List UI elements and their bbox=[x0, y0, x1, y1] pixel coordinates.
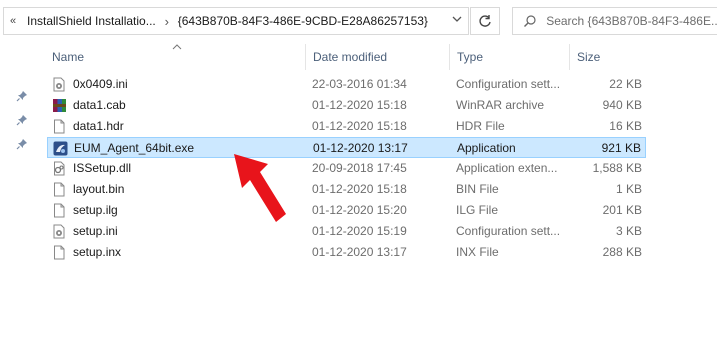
navigation-bar: « InstallShield Installatio... › {643B87… bbox=[0, 0, 717, 42]
table-row[interactable]: setup.ilg 01-12-2020 15:20 ILG File 201 … bbox=[47, 200, 646, 221]
file-type: WinRAR archive bbox=[456, 98, 545, 112]
column-header-size[interactable]: Size bbox=[577, 44, 600, 70]
file-size: 288 KB bbox=[602, 245, 642, 259]
table-row[interactable]: setup.inx 01-12-2020 13:17 INX File 288 … bbox=[47, 242, 646, 263]
file-type: INX File bbox=[456, 245, 499, 259]
file-type: ILG File bbox=[456, 203, 499, 217]
file-type: Application bbox=[457, 141, 516, 155]
pin-icon[interactable] bbox=[16, 114, 28, 126]
file-name: EUM_Agent_64bit.exe bbox=[74, 141, 195, 155]
file-type: BIN File bbox=[456, 182, 499, 196]
search-input[interactable]: Search {643B870B-84F3-486E... bbox=[512, 7, 717, 35]
search-icon bbox=[513, 14, 546, 28]
file-type: HDR File bbox=[456, 119, 505, 133]
pin-icon[interactable] bbox=[16, 138, 28, 150]
refresh-icon bbox=[479, 15, 491, 27]
table-row[interactable]: setup.ini 01-12-2020 15:19 Configuration… bbox=[47, 221, 646, 242]
column-divider[interactable] bbox=[449, 44, 450, 70]
blank-file-icon bbox=[54, 245, 65, 260]
file-name: setup.inx bbox=[73, 245, 122, 259]
blank-file-icon bbox=[54, 182, 65, 197]
file-date: 01-12-2020 15:18 bbox=[312, 119, 407, 133]
file-name: setup.ini bbox=[73, 224, 118, 238]
column-header-row: Name Date modified Type Size bbox=[0, 44, 717, 70]
file-date: 01-12-2020 15:20 bbox=[312, 203, 407, 217]
file-date: 22-03-2016 01:34 bbox=[312, 77, 407, 91]
address-bar[interactable]: « InstallShield Installatio... › {643B87… bbox=[3, 7, 469, 35]
breadcrumb-item-parent[interactable]: InstallShield Installatio... bbox=[22, 14, 161, 28]
table-row[interactable]: data1.hdr 01-12-2020 15:18 HDR File 16 K… bbox=[47, 116, 646, 137]
winrar-archive-icon bbox=[53, 99, 66, 112]
file-date: 20-09-2018 17:45 bbox=[312, 161, 407, 175]
file-name: layout.bin bbox=[73, 182, 125, 196]
column-header-type[interactable]: Type bbox=[457, 44, 483, 70]
search-placeholder: Search {643B870B-84F3-486E... bbox=[546, 14, 717, 28]
refresh-button[interactable] bbox=[470, 7, 500, 35]
file-date: 01-12-2020 15:18 bbox=[312, 98, 407, 112]
table-row-selected[interactable]: EUM_Agent_64bit.exe 01-12-2020 13:17 App… bbox=[47, 137, 646, 158]
breadcrumb-overflow-button[interactable]: « bbox=[4, 15, 22, 27]
file-date: 01-12-2020 15:18 bbox=[312, 182, 407, 196]
file-size: 16 KB bbox=[609, 119, 642, 133]
file-size: 940 KB bbox=[602, 98, 642, 112]
chevron-down-icon bbox=[452, 16, 462, 22]
ini-file-icon bbox=[53, 224, 65, 239]
red-arrow-annotation bbox=[234, 154, 286, 222]
dll-file-icon bbox=[54, 161, 65, 176]
file-type: Configuration sett... bbox=[456, 77, 561, 91]
column-header-date-modified[interactable]: Date modified bbox=[313, 44, 387, 70]
file-size: 201 KB bbox=[602, 203, 642, 217]
file-name: setup.ilg bbox=[73, 203, 118, 217]
address-dropdown-button[interactable] bbox=[452, 14, 462, 27]
blank-file-icon bbox=[54, 119, 65, 134]
column-header-name[interactable]: Name bbox=[52, 44, 84, 70]
sort-ascending-icon bbox=[172, 42, 182, 52]
file-date: 01-12-2020 13:17 bbox=[313, 141, 408, 155]
table-row[interactable]: ISSetup.dll 20-09-2018 17:45 Application… bbox=[47, 158, 646, 179]
ini-file-icon bbox=[53, 77, 65, 92]
column-divider[interactable] bbox=[569, 44, 570, 70]
file-name: ISSetup.dll bbox=[73, 161, 132, 175]
file-date: 01-12-2020 15:19 bbox=[312, 224, 407, 238]
file-name: data1.cab bbox=[73, 98, 126, 112]
chevron-right-icon[interactable]: › bbox=[161, 14, 173, 29]
file-size: 1 KB bbox=[615, 182, 642, 196]
table-row[interactable]: layout.bin 01-12-2020 15:18 BIN File 1 K… bbox=[47, 179, 646, 200]
file-type: Configuration sett... bbox=[456, 224, 561, 238]
breadcrumb-item-current[interactable]: {643B870B-84F3-486E-9CBD-E28A86257153} bbox=[173, 14, 433, 28]
file-size: 1,588 KB bbox=[592, 161, 642, 175]
column-divider[interactable] bbox=[305, 44, 306, 70]
pin-icon[interactable] bbox=[16, 90, 28, 102]
file-size: 921 KB bbox=[601, 141, 641, 155]
application-icon bbox=[53, 141, 68, 156]
file-name: 0x0409.ini bbox=[73, 77, 128, 91]
file-date: 01-12-2020 13:17 bbox=[312, 245, 407, 259]
file-name: data1.hdr bbox=[73, 119, 124, 133]
file-type: Application exten... bbox=[456, 161, 558, 175]
blank-file-icon bbox=[54, 203, 65, 218]
table-row[interactable]: data1.cab 01-12-2020 15:18 WinRAR archiv… bbox=[47, 95, 646, 116]
table-row[interactable]: 0x0409.ini 22-03-2016 01:34 Configuratio… bbox=[47, 74, 646, 95]
file-size: 22 KB bbox=[609, 77, 642, 91]
file-size: 3 KB bbox=[615, 224, 642, 238]
